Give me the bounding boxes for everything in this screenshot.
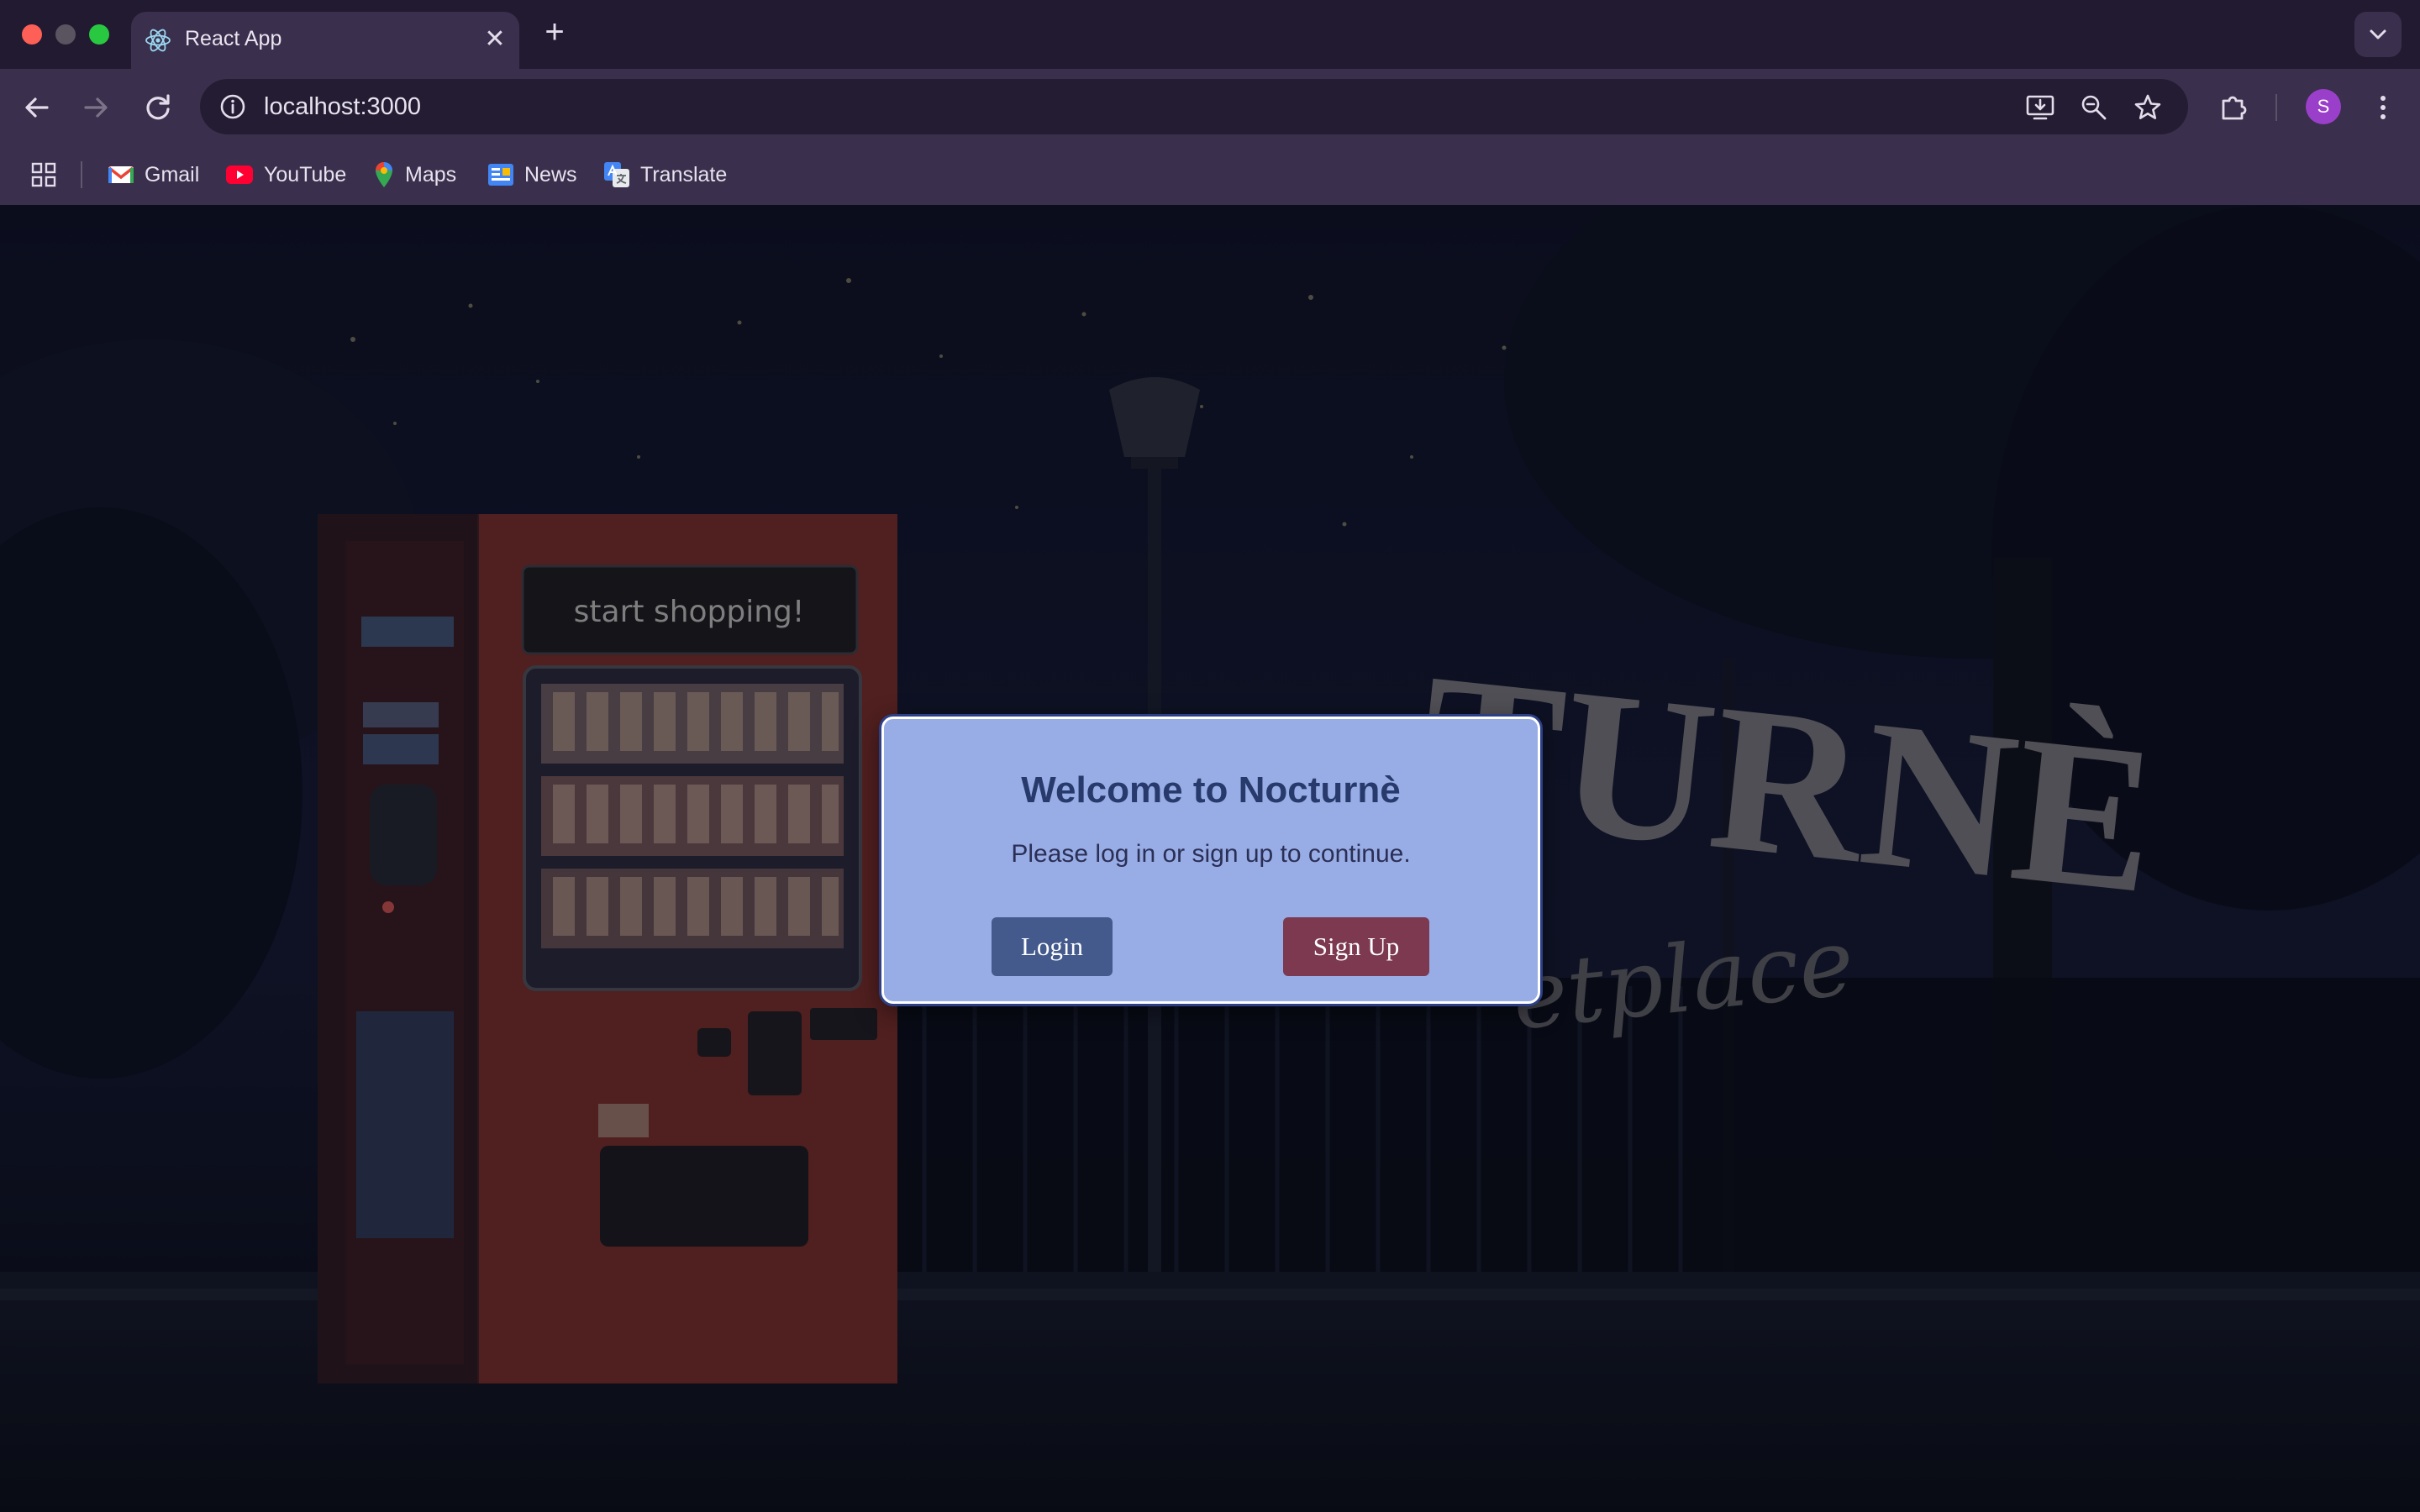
- bookmark-translate[interactable]: Translate: [603, 160, 727, 190]
- back-arrow-icon[interactable]: [17, 87, 57, 128]
- more-menu-icon[interactable]: [2363, 87, 2403, 128]
- welcome-modal: Welcome to Nocturnè Please log in or sig…: [881, 717, 1540, 1004]
- bookmarks-divider: [81, 161, 82, 188]
- modal-title: Welcome to Nocturnè: [1021, 769, 1401, 811]
- tab-react-app[interactable]: React App ✕: [131, 12, 519, 69]
- tab-title: React App: [185, 27, 282, 50]
- address-bar[interactable]: localhost:3000: [200, 79, 2188, 134]
- news-icon: [488, 164, 513, 186]
- sign-up-button[interactable]: Sign Up: [1283, 917, 1429, 976]
- extensions-icon[interactable]: [2213, 87, 2254, 128]
- maps-icon: [376, 162, 392, 187]
- react-icon: [145, 29, 171, 52]
- browser-toolbar: localhost:3000 S: [0, 69, 2420, 144]
- translate-icon: [604, 162, 629, 187]
- youtube-icon: [226, 165, 253, 184]
- tab-search-button[interactable]: [2354, 12, 2402, 57]
- login-button[interactable]: Login: [992, 917, 1113, 976]
- install-app-icon[interactable]: [2025, 92, 2055, 123]
- bookmark-gmail[interactable]: Gmail: [108, 160, 199, 190]
- zoom-icon[interactable]: [2079, 92, 2109, 123]
- bookmark-label: Translate: [640, 162, 728, 186]
- close-window-button[interactable]: [22, 24, 42, 45]
- bookmarks-bar: Gmail YouTube Maps News Translate: [0, 144, 2420, 205]
- bookmark-maps[interactable]: Maps: [373, 160, 456, 190]
- bookmark-news[interactable]: News: [487, 160, 577, 190]
- bookmark-star-icon[interactable]: [2133, 92, 2163, 123]
- page-viewport: TURNÈ etplace start shopping! Welcome to…: [0, 205, 2420, 1512]
- apps-grid-icon[interactable]: [30, 161, 57, 188]
- bookmark-youtube[interactable]: YouTube: [225, 160, 346, 190]
- modal-message: Please log in or sign up to continue.: [1011, 840, 1411, 868]
- site-info-icon[interactable]: [218, 92, 247, 121]
- bookmark-label: Gmail: [145, 162, 200, 186]
- gmail-icon: [108, 166, 134, 183]
- bookmark-label: News: [524, 162, 577, 186]
- minimize-window-button[interactable]: [55, 24, 76, 45]
- zoom-window-button[interactable]: [89, 24, 109, 45]
- close-tab-icon[interactable]: ✕: [481, 25, 509, 54]
- toolbar-divider: [2275, 94, 2277, 121]
- chevron-down-icon: [2370, 29, 2386, 39]
- forward-arrow-icon[interactable]: [76, 87, 116, 128]
- bookmark-label: YouTube: [264, 162, 347, 186]
- profile-avatar[interactable]: S: [2306, 89, 2341, 124]
- tab-strip: React App ✕ +: [0, 0, 2420, 69]
- bookmark-label: Maps: [405, 162, 457, 186]
- new-tab-button[interactable]: +: [538, 15, 571, 49]
- url-text: localhost:3000: [264, 93, 422, 120]
- reload-icon[interactable]: [138, 87, 178, 128]
